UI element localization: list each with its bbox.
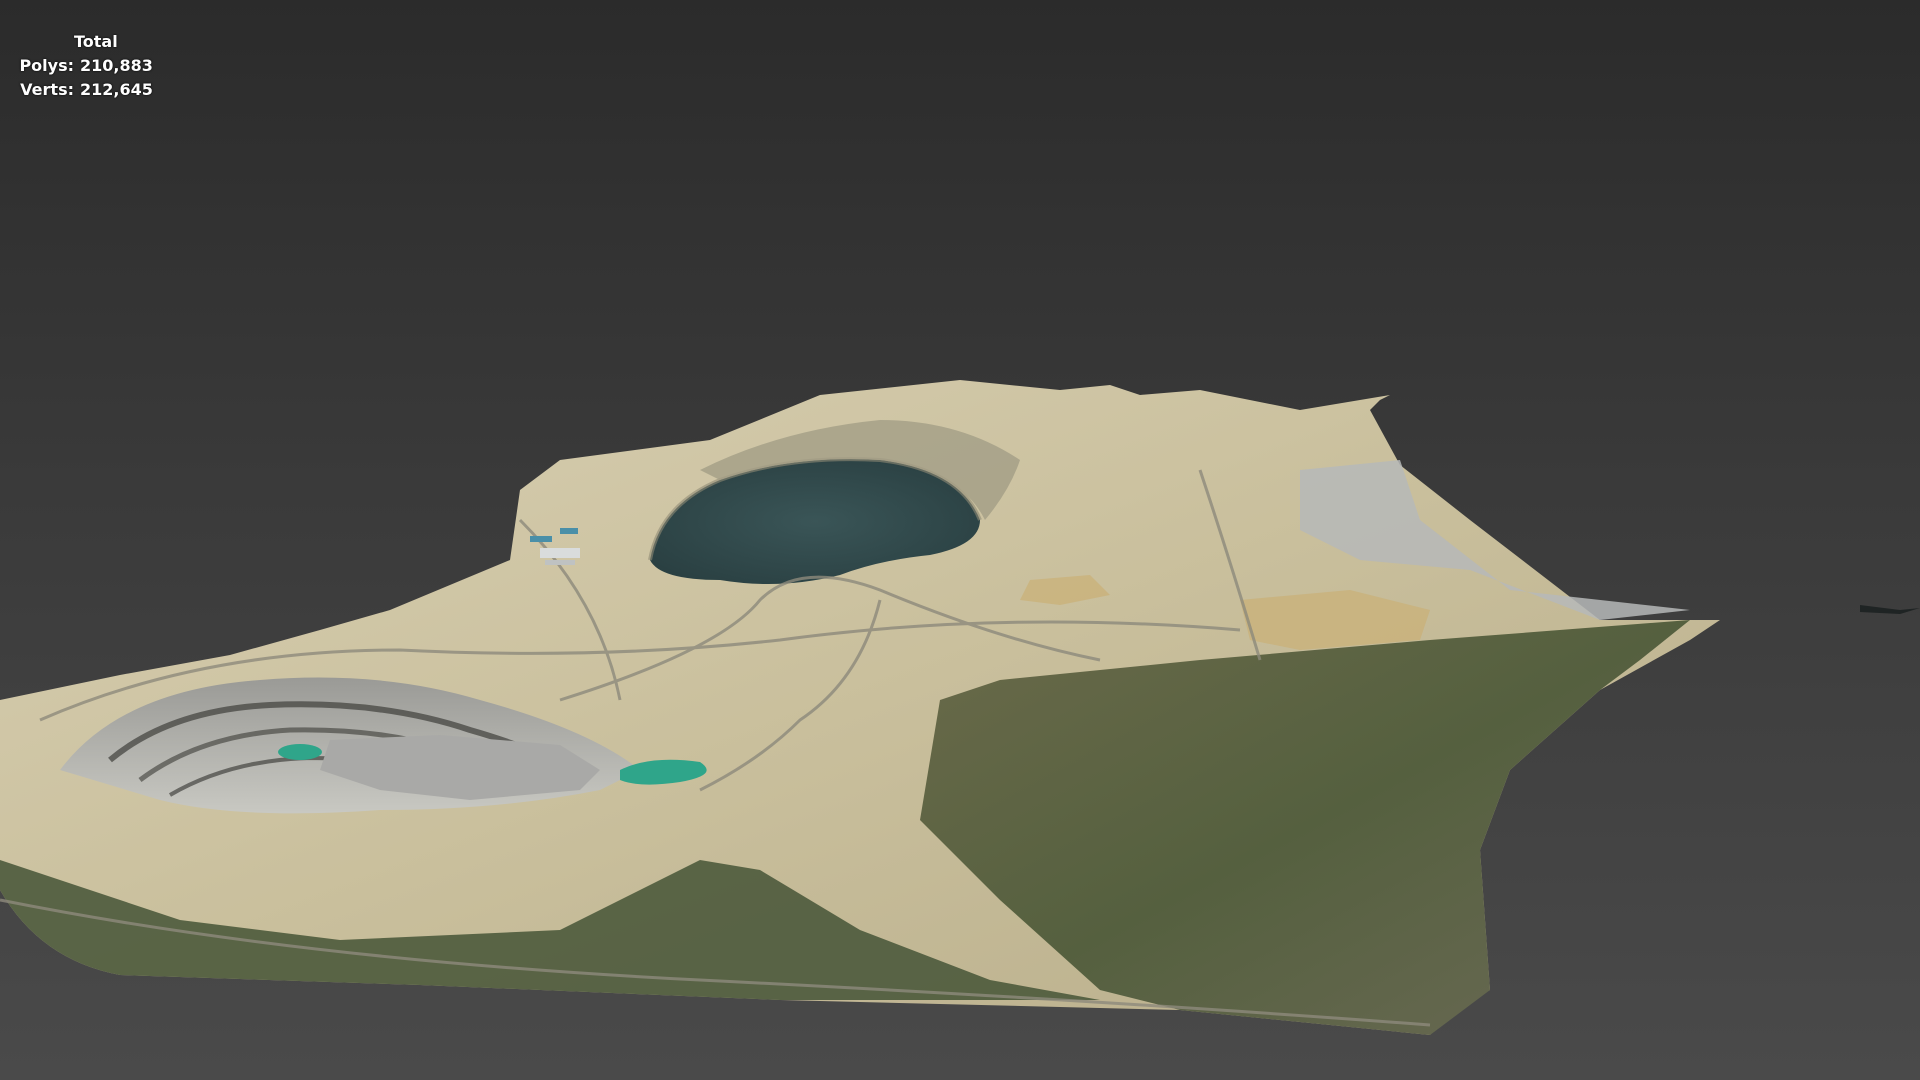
polys-value: 210,883: [80, 56, 153, 75]
3d-viewport[interactable]: Total Polys: 210,883 Verts: 212,645: [0, 0, 1920, 1080]
polys-row: Polys: 210,883: [14, 54, 153, 78]
verts-label: Verts:: [20, 80, 74, 99]
verts-value: 212,645: [80, 80, 153, 99]
viewport-statistics-overlay: Total Polys: 210,883 Verts: 212,645: [14, 30, 153, 102]
terrain-mesh-model[interactable]: [0, 0, 1920, 1080]
verts-row: Verts: 212,645: [14, 78, 153, 102]
stats-header: Total: [74, 32, 118, 51]
polys-label: Polys:: [19, 56, 74, 75]
mesh-tip: [1860, 605, 1920, 614]
green-pond-left: [278, 744, 322, 760]
